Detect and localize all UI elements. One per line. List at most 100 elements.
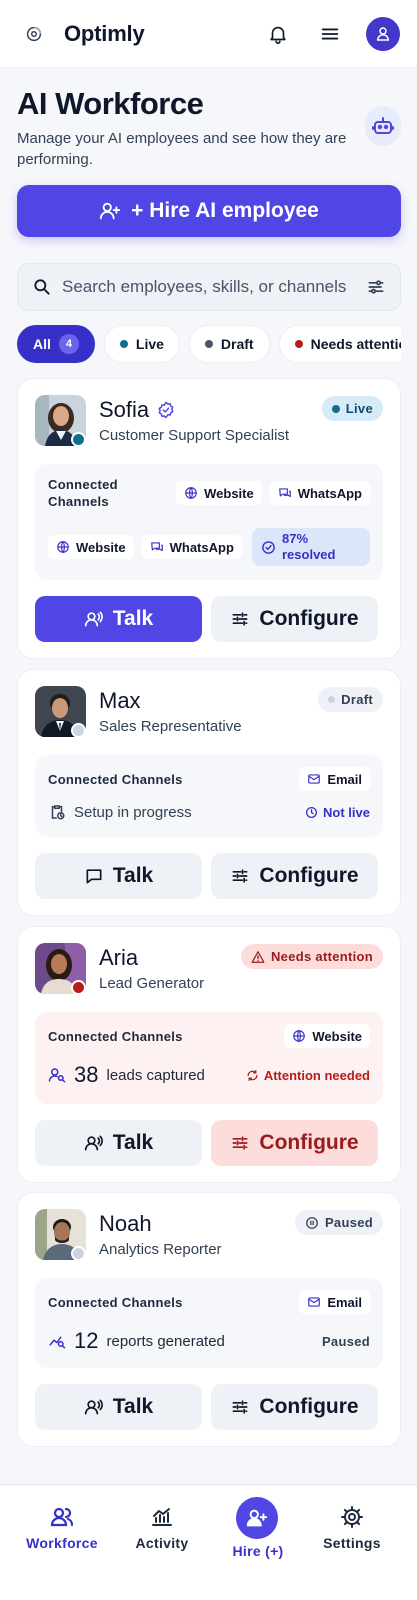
sliders-icon [232,1400,248,1414]
status-badge: Paused [294,1210,383,1235]
attention-text: Attention needed [263,1067,370,1083]
hire-ai-employee-button[interactable]: + Hire AI employee [17,185,401,237]
paused-status-text: Paused [321,1333,370,1349]
nav-label: Hire (+) [232,1543,284,1559]
filter-chips: All 4 Live Draft Needs attention [17,325,401,363]
sliders-icon [232,869,248,883]
metric-label: reports generated [106,1332,225,1350]
nav-item-workforce[interactable]: Workforce [10,1505,114,1551]
channels-label: Connected Channels [48,1294,183,1310]
reports-metric: 12 reports generated [48,1328,225,1354]
filter-chip-live[interactable]: Live [103,325,180,363]
talk-button[interactable]: Talk [35,853,202,899]
bottom-nav: Workforce Activity Hire (+) Settings [0,1484,417,1600]
channel-tag-email[interactable]: Email [299,1290,370,1314]
status-dot [119,340,128,348]
filter-chip-all[interactable]: All 4 [17,325,95,363]
check-circle-icon [262,540,275,554]
live-status-text: Not live [323,804,370,820]
channel-tag-whatsapp[interactable]: WhatsApp [269,481,370,505]
metric-label: leads captured [106,1066,205,1084]
status-dot [71,1246,86,1261]
channel-tag-website[interactable]: Website [284,1024,370,1048]
channel-tag-whatsapp[interactable]: WhatsApp [141,535,242,559]
verified-badge-icon [158,401,174,419]
employee-card-aria[interactable]: Aria Lead Generator Needs attention Conn… [17,926,401,1183]
employee-card-sofia[interactable]: Sofia Customer Support Specialist Live C… [17,378,401,659]
hire-nav-button[interactable] [236,1497,278,1539]
channel-tag-website[interactable]: Website [48,535,134,559]
robot-icon[interactable] [365,106,401,146]
talk-button[interactable]: Talk [35,1120,202,1166]
chart-search-icon [49,1336,66,1349]
status-dot [71,980,86,995]
attention-status: Attention needed [246,1068,370,1083]
profile-avatar[interactable] [366,16,400,51]
hire-label: + Hire AI employee [131,199,319,222]
nav-item-activity[interactable]: Activity [110,1505,214,1551]
configure-button[interactable]: Configure [211,1120,378,1166]
status-label: Paused [324,1215,373,1230]
app-logo[interactable] [17,17,51,51]
talk-label: Talk [112,1131,154,1154]
employee-role: Lead Generator [99,975,205,992]
app-name: Optimly [64,20,145,46]
talk-button[interactable]: Talk [35,596,202,642]
employee-card-max[interactable]: Max Sales Representative Draft Connected… [17,669,401,916]
channels-panel: Connected Channels Website WhatsApp Webs… [35,464,383,580]
metric-value: 12 [74,1328,99,1353]
employee-role: Sales Representative [99,718,242,735]
warning-icon [251,950,265,963]
status-dot [331,404,340,413]
bell-icon[interactable] [262,18,294,50]
sliders-icon [232,612,248,626]
employee-card-noah[interactable]: Noah Analytics Reporter Paused Connected… [17,1192,401,1447]
talk-icon [84,1399,103,1415]
status-dot [71,432,86,447]
channel-name: Email [327,1294,362,1310]
configure-label: Configure [259,864,359,887]
channels-panel: Connected Channels Email Setup in progre… [35,755,383,837]
filter-chip-draft[interactable]: Draft [188,325,270,363]
activity-chart-icon [152,1508,172,1526]
nav-label: Workforce [26,1535,98,1551]
employee-role: Customer Support Specialist [99,427,290,444]
sliders-icon [232,1136,248,1150]
configure-button[interactable]: Configure [211,596,378,642]
add-user-icon [246,1509,268,1527]
search-input[interactable] [62,277,356,297]
channel-name: Website [76,539,126,555]
nav-item-hire[interactable]: Hire (+) [206,1543,310,1559]
status-dot [204,340,213,348]
leads-metric: 38 leads captured [48,1062,205,1088]
channel-tag-email[interactable]: Email [299,767,370,791]
configure-button[interactable]: Configure [211,853,378,899]
nav-label: Activity [135,1535,189,1551]
nav-item-settings[interactable]: Settings [300,1505,404,1551]
setup-status: Setup in progress [48,803,192,821]
employee-name: Aria [99,945,139,970]
pause-icon [306,1216,318,1229]
configure-label: Configure [259,1395,359,1418]
talk-icon [84,611,103,627]
filter-chip-needs-attention[interactable]: Needs attention [278,325,401,363]
filter-sliders-icon[interactable] [366,277,386,297]
status-badge: Needs attention [240,944,383,969]
chat-icon [278,488,291,498]
mail-icon [308,774,321,784]
configure-label: Configure [259,1131,359,1154]
menu-icon[interactable] [314,18,346,50]
search-bar [17,263,401,311]
configure-button[interactable]: Configure [211,1384,378,1430]
chip-label: Live [135,336,164,352]
channel-tag-website[interactable]: Website [176,481,262,505]
channels-label: Connected Channels [48,771,183,787]
nav-label: Settings [323,1535,381,1551]
setup-text: Setup in progress [74,803,192,821]
status-label: Draft [341,692,373,707]
employee-name: Noah [99,1211,152,1236]
clock-icon [306,806,318,818]
talk-button[interactable]: Talk [35,1384,202,1430]
channels-panel: Connected Channels Email 12 reports gene… [35,1278,383,1368]
gear-icon [341,1506,363,1528]
